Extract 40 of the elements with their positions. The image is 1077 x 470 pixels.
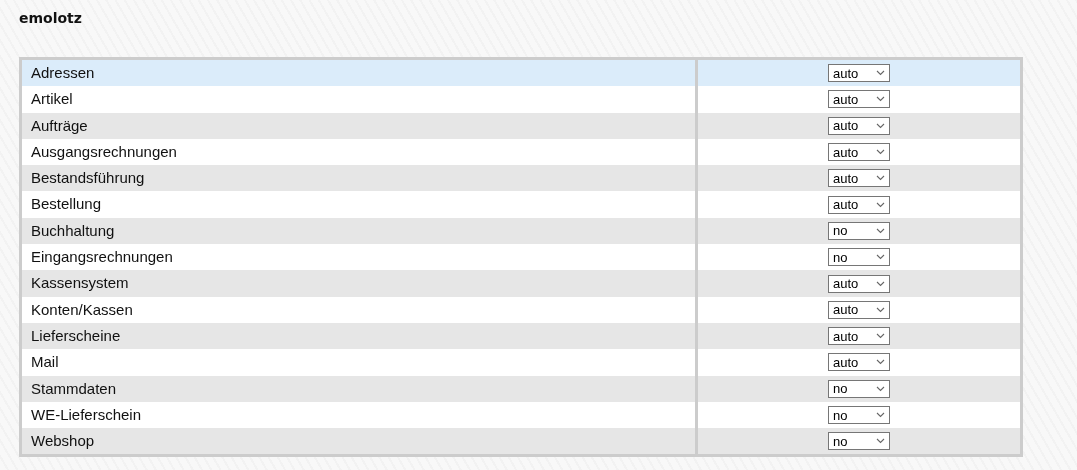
mode-dropdown[interactable]: no — [828, 379, 890, 398]
chevron-icon — [876, 201, 885, 208]
mode-dropdown[interactable]: no — [828, 221, 890, 240]
chevron-icon — [876, 412, 885, 418]
mode-dropdown[interactable]: no — [828, 406, 890, 424]
chevron-icon — [876, 385, 885, 392]
chevron-icon — [876, 306, 885, 313]
mode-dropdown[interactable]: auto — [828, 274, 890, 293]
chevron-icon — [876, 70, 885, 77]
table-row[interactable]: Stammdaten no — [22, 375, 1020, 402]
mode-dropdown[interactable]: auto — [828, 64, 890, 83]
table-row[interactable]: Lieferscheine auto — [22, 322, 1020, 350]
chevron-icon — [876, 280, 885, 287]
table-row[interactable]: Bestandsführung auto — [22, 165, 1020, 192]
mode-dropdown[interactable]: auto — [828, 90, 890, 109]
table-row[interactable]: Webshop no — [22, 428, 1020, 455]
page-title: emolotz — [19, 9, 82, 28]
mode-dropdown[interactable]: auto — [828, 116, 890, 135]
chevron-icon — [876, 227, 885, 234]
table-row[interactable]: Kassensystem auto — [22, 270, 1020, 297]
table-row[interactable]: Buchhaltung no — [22, 217, 1020, 245]
chevron-icon — [876, 438, 885, 445]
mode-dropdown[interactable]: no — [828, 432, 890, 451]
chevron-icon — [876, 149, 885, 156]
chevron-icon — [876, 122, 885, 129]
mode-dropdown[interactable]: auto — [828, 169, 890, 188]
mode-dropdown[interactable]: auto — [828, 300, 890, 319]
table-row[interactable]: Adressen auto — [22, 60, 1020, 87]
mode-dropdown[interactable]: auto — [828, 195, 890, 214]
chevron-icon — [876, 96, 885, 103]
mode-dropdown[interactable]: auto — [828, 353, 890, 372]
module-name: Webshop — [22, 428, 698, 455]
mode-dropdown[interactable]: auto — [828, 143, 890, 162]
chevron-icon — [876, 254, 885, 261]
chevron-icon — [876, 333, 885, 340]
mode-dropdown[interactable]: no — [828, 248, 890, 267]
chevron-icon — [876, 359, 885, 366]
table-row[interactable]: Aufträge auto — [22, 112, 1020, 139]
chevron-icon — [876, 175, 885, 182]
mode-dropdown[interactable]: auto — [828, 327, 890, 346]
